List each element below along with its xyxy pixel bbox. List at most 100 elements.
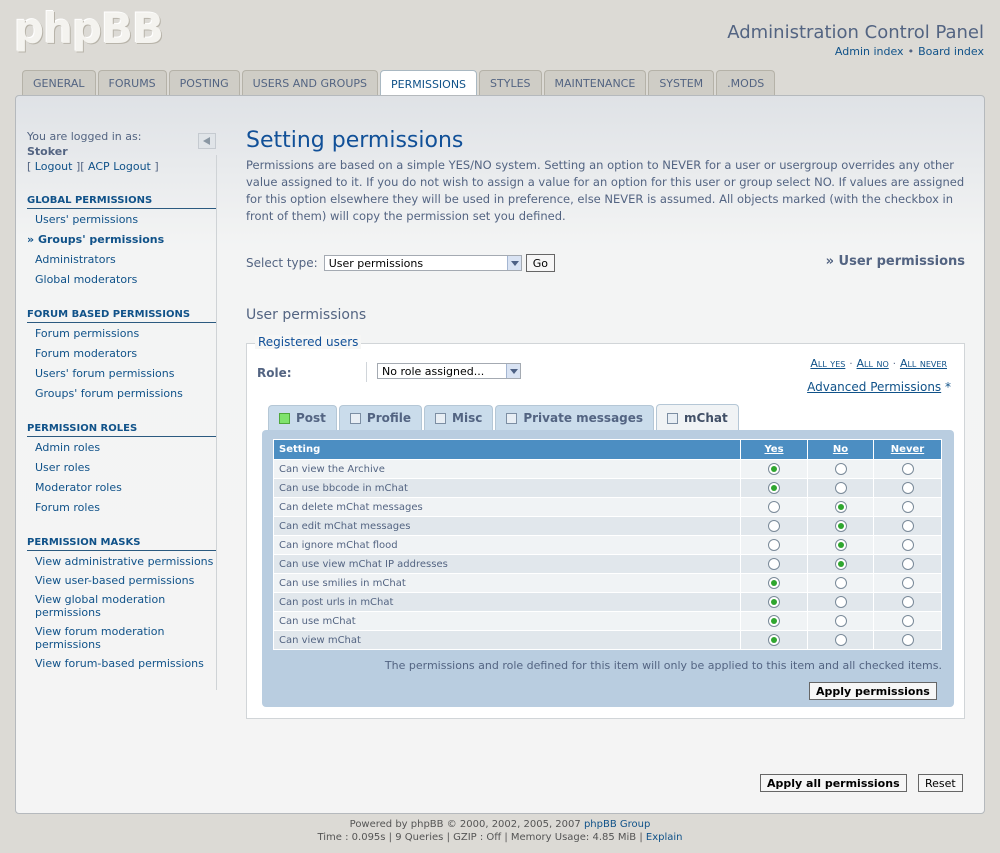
radio-no[interactable] <box>834 539 847 551</box>
tab-styles[interactable]: Styles <box>479 70 542 96</box>
radio-never[interactable] <box>901 539 914 551</box>
sidebar-item-view-user-permissions[interactable]: View user-based permissions <box>27 574 216 587</box>
header-label: Never <box>890 444 925 455</box>
all-yes-link[interactable]: All yes <box>810 357 845 370</box>
content-intro: Setting permissions Permissions are base… <box>246 128 965 225</box>
radio-no[interactable] <box>834 634 847 646</box>
radio-yes[interactable] <box>768 539 780 551</box>
radio-yes[interactable] <box>768 482 780 494</box>
radio-yes[interactable] <box>768 615 780 627</box>
cell-no <box>807 459 874 479</box>
cell-no <box>807 573 874 593</box>
tab-maintenance[interactable]: Maintenance <box>543 70 647 96</box>
radio-never[interactable] <box>901 615 914 627</box>
sidebar-item-forum-moderators[interactable]: Forum moderators <box>27 347 216 360</box>
radio-yes[interactable] <box>768 501 780 513</box>
tab-posting[interactable]: Posting <box>168 70 240 96</box>
status-square-icon <box>349 412 361 424</box>
table-row: Can view mChat <box>273 630 942 650</box>
tab-profile[interactable]: Profile <box>338 405 423 430</box>
all-no-link[interactable]: All no <box>857 357 889 370</box>
radio-no[interactable] <box>834 558 847 570</box>
sidebar-item-administrators[interactable]: Administrators <box>27 253 216 266</box>
apply-all-permissions-button[interactable]: Apply all permissions <box>760 774 907 792</box>
tab-general[interactable]: General <box>22 70 96 96</box>
role-label: Role: <box>257 366 292 380</box>
sidebar-item-users-permissions[interactable]: Users' permissions <box>27 213 216 226</box>
role-value: No role assigned... <box>382 364 485 378</box>
sidebar-item-forum-roles[interactable]: Forum roles <box>27 501 216 514</box>
current-type-crumb: » User permissions <box>825 254 965 269</box>
sidebar-item-users-forum-permissions[interactable]: Users' forum permissions <box>27 367 216 380</box>
radio-never[interactable] <box>901 520 914 532</box>
tab-misc[interactable]: Misc <box>424 405 494 430</box>
radio-never[interactable] <box>901 501 914 513</box>
cell-never <box>873 554 942 574</box>
radio-no[interactable] <box>834 463 847 475</box>
tab-mods[interactable]: .MODs <box>716 70 776 96</box>
phpbb-group-link[interactable]: phpBB Group <box>584 819 650 830</box>
radio-no[interactable] <box>834 501 847 513</box>
apply-permissions-button[interactable]: Apply permissions <box>809 682 937 700</box>
go-button[interactable]: Go <box>525 254 555 272</box>
radio-yes[interactable] <box>768 634 780 646</box>
column-header-never[interactable]: Never <box>873 439 942 460</box>
logged-in-label: You are logged in as: <box>27 130 142 143</box>
menu-permission-roles: Permission Roles Admin roles User roles … <box>27 423 216 521</box>
sidebar-item-admin-roles[interactable]: Admin roles <box>27 441 216 454</box>
all-never-link[interactable]: All never <box>900 357 947 370</box>
radio-no[interactable] <box>834 577 847 589</box>
tab-private-messages[interactable]: Private messages <box>495 405 655 430</box>
tab-mchat[interactable]: mChat <box>656 404 739 431</box>
radio-no[interactable] <box>834 615 847 627</box>
column-header-yes[interactable]: Yes <box>740 439 808 460</box>
tab-forums[interactable]: Forums <box>97 70 167 96</box>
sidebar-item-view-forum-mod-permissions[interactable]: View forum moderation permissions <box>27 625 216 651</box>
sidebar-item-global-moderators[interactable]: Global moderators <box>27 273 216 286</box>
radio-no[interactable] <box>834 596 847 608</box>
admin-index-link[interactable]: Admin index <box>835 45 904 58</box>
radio-no[interactable] <box>834 482 847 494</box>
radio-never[interactable] <box>901 482 914 494</box>
advanced-permissions: Advanced Permissions * <box>807 380 951 394</box>
sidebar-item-view-admin-permissions[interactable]: View administrative permissions <box>27 555 216 568</box>
cell-no <box>807 478 874 498</box>
explain-link[interactable]: Explain <box>646 832 683 843</box>
logout-link[interactable]: Logout <box>35 160 73 173</box>
sidebar-item-forum-permissions[interactable]: Forum permissions <box>27 327 216 340</box>
radio-no[interactable] <box>834 520 847 532</box>
radio-never[interactable] <box>901 634 914 646</box>
cell-yes <box>740 554 808 574</box>
sidebar-item-user-roles[interactable]: User roles <box>27 461 216 474</box>
permission-label: Can view the Archive <box>273 459 741 479</box>
role-dropdown[interactable]: No role assigned... <box>377 363 521 379</box>
radio-yes[interactable] <box>768 577 780 589</box>
cell-no <box>807 611 874 631</box>
sidebar-item-view-global-mod-permissions[interactable]: View global moderation permissions <box>27 593 216 619</box>
tab-permissions[interactable]: Permissions <box>380 70 478 97</box>
radio-yes[interactable] <box>768 558 780 570</box>
tab-post[interactable]: Post <box>268 405 337 430</box>
acp-logout-link[interactable]: ACP Logout <box>88 160 151 173</box>
radio-yes[interactable] <box>768 520 780 532</box>
radio-never[interactable] <box>901 463 914 475</box>
tab-system[interactable]: System <box>648 70 715 96</box>
radio-never[interactable] <box>901 558 914 570</box>
radio-yes[interactable] <box>768 596 780 608</box>
select-type-dropdown[interactable]: User permissions <box>323 255 522 271</box>
radio-never[interactable] <box>901 577 914 589</box>
sidebar-item-groups-forum-permissions[interactable]: Groups' forum permissions <box>27 387 216 400</box>
tab-users-and-groups[interactable]: Users and Groups <box>241 70 378 96</box>
reset-button[interactable]: Reset <box>918 774 963 792</box>
board-index-link[interactable]: Board index <box>918 45 984 58</box>
sidebar-item-view-forum-permissions[interactable]: View forum-based permissions <box>27 657 216 670</box>
column-header-no[interactable]: No <box>807 439 874 460</box>
collapse-sidebar-icon[interactable] <box>198 133 216 149</box>
cell-no <box>807 592 874 612</box>
advanced-permissions-link[interactable]: Advanced Permissions <box>807 380 941 394</box>
tab-label: mChat <box>684 411 728 425</box>
sidebar-item-moderator-roles[interactable]: Moderator roles <box>27 481 216 494</box>
sidebar-item-groups-permissions[interactable]: Groups' permissions <box>27 233 216 246</box>
radio-yes[interactable] <box>768 463 780 475</box>
radio-never[interactable] <box>901 596 914 608</box>
